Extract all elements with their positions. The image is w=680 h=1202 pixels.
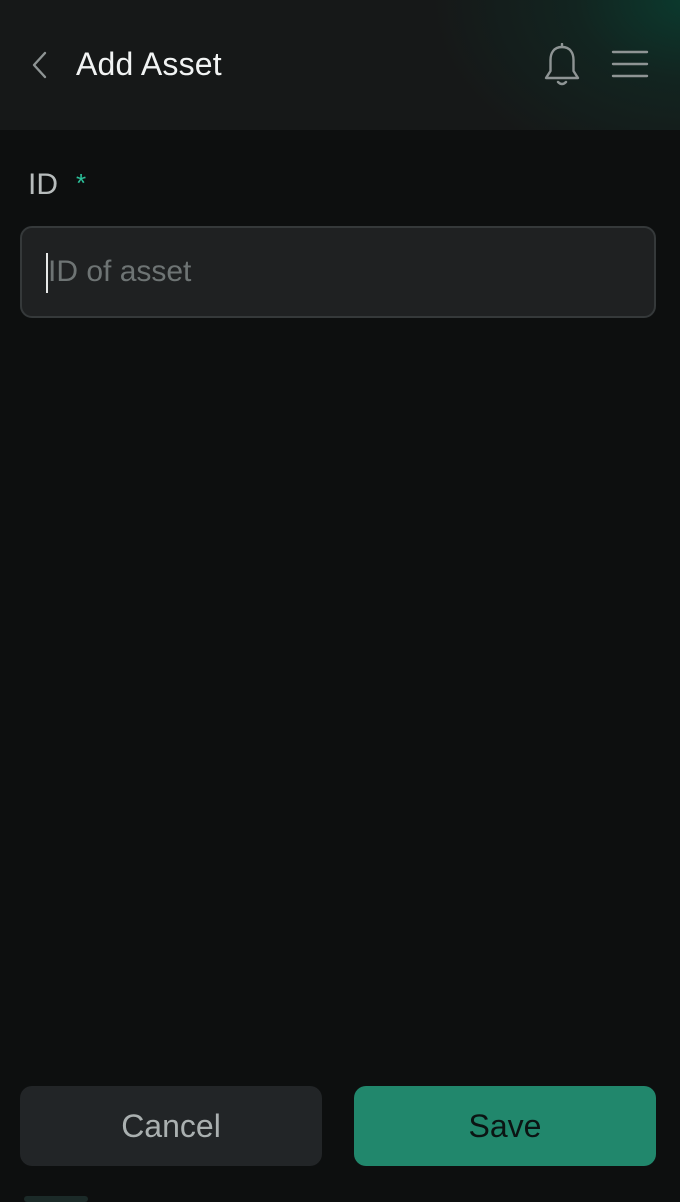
page-title: Add Asset bbox=[76, 46, 222, 82]
cancel-button[interactable]: Cancel bbox=[20, 1086, 322, 1166]
notifications-button[interactable] bbox=[540, 42, 584, 88]
bell-icon bbox=[544, 43, 580, 86]
id-input-container[interactable] bbox=[20, 226, 656, 318]
home-indicator bbox=[24, 1196, 88, 1202]
back-button[interactable] bbox=[26, 48, 54, 82]
hamburger-menu-icon bbox=[611, 50, 649, 78]
chevron-left-icon bbox=[32, 51, 47, 79]
menu-button[interactable] bbox=[608, 44, 652, 84]
id-field-label: ID bbox=[28, 168, 58, 201]
add-asset-screen: Add Asset ID * Cancel Save bbox=[0, 0, 680, 1202]
required-marker: * bbox=[76, 168, 87, 198]
text-caret bbox=[46, 253, 48, 293]
top-app-bar: Add Asset bbox=[0, 0, 680, 130]
id-input[interactable] bbox=[48, 228, 638, 316]
save-button[interactable]: Save bbox=[354, 1086, 656, 1166]
